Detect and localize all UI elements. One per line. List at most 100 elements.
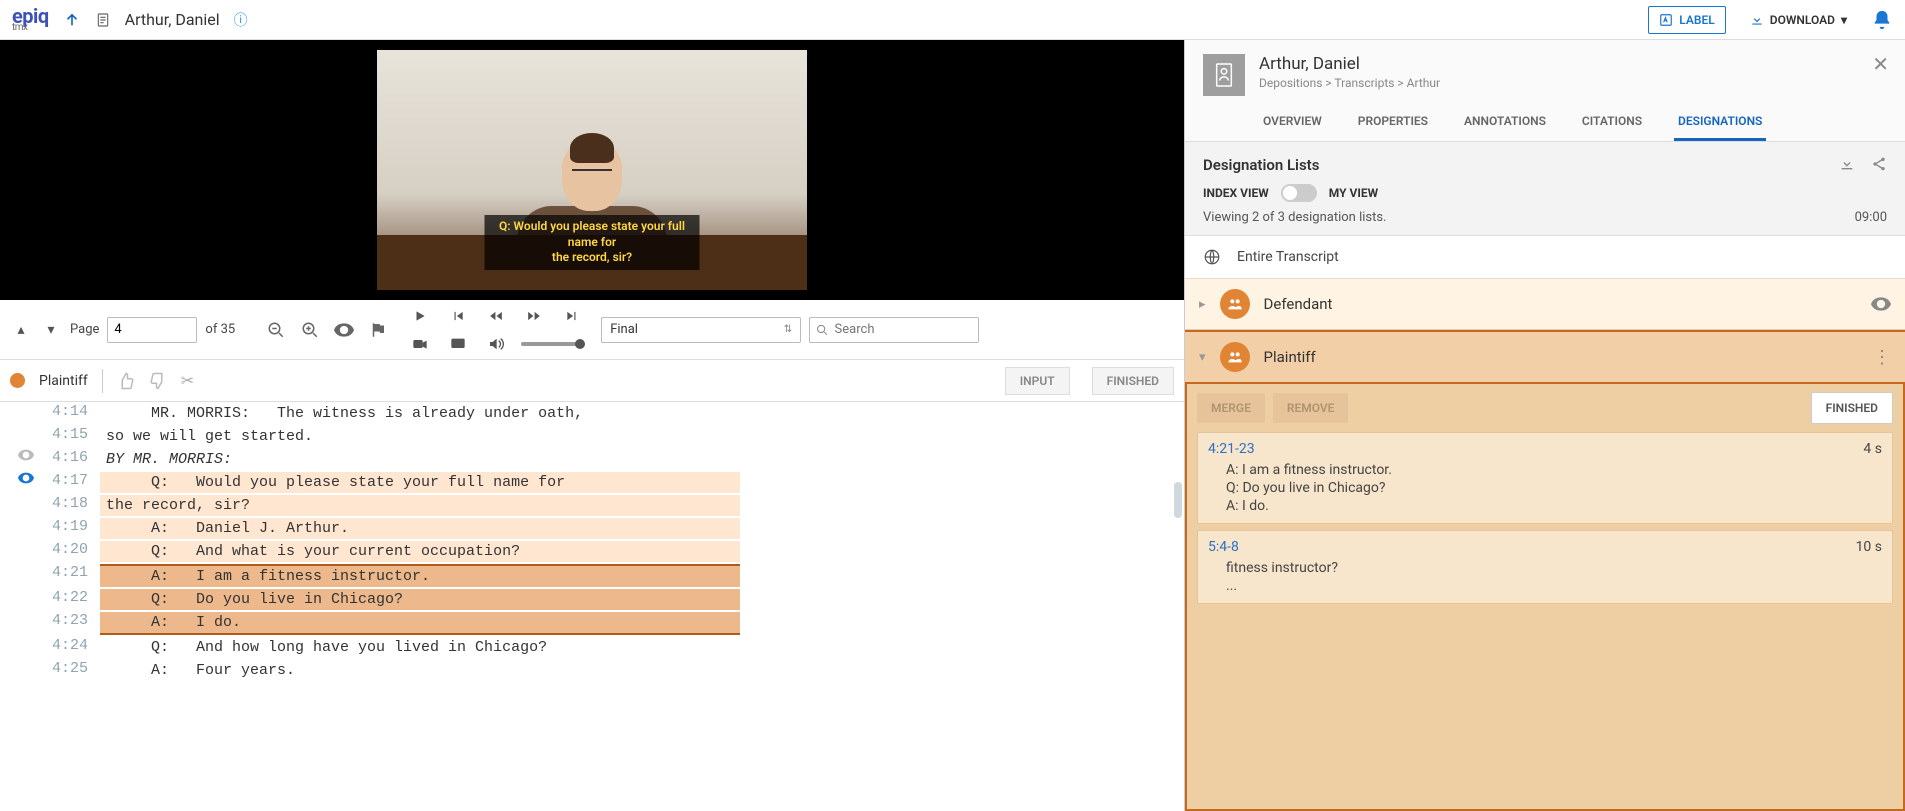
scissors-icon[interactable]: ✂ (181, 371, 194, 390)
thumbs-up-icon[interactable] (117, 372, 135, 390)
skip-start-icon[interactable] (445, 303, 471, 329)
thumbs-down-icon[interactable] (149, 372, 167, 390)
line-text: A: I do. (100, 612, 740, 635)
view-toggle[interactable] (1281, 184, 1317, 202)
scrollbar-thumb[interactable] (1174, 482, 1182, 518)
plaintiff-list-item[interactable]: ▾ Plaintiff ⋮ (1185, 330, 1905, 384)
tab-designations[interactable]: DESIGNATIONS (1674, 106, 1766, 141)
clip-reference[interactable]: 5:4-8 (1208, 539, 1239, 555)
total-duration: 09:00 (1855, 210, 1887, 225)
captions-icon[interactable] (445, 331, 471, 357)
clip-reference[interactable]: 4:21-23 (1208, 441, 1255, 457)
eye-icon[interactable] (18, 449, 34, 461)
page-label: Page (70, 322, 99, 337)
plaintiff-body: MERGE REMOVE FINISHED 4:21-23 4 s A: I am … (1185, 384, 1905, 811)
share-icon[interactable] (1871, 156, 1887, 172)
finished-button[interactable]: FINISHED (1092, 367, 1174, 395)
view-mode-select[interactable]: Final ⇅ (601, 317, 801, 343)
expand-icon[interactable]: ▸ (1199, 297, 1206, 312)
tab-citations[interactable]: CITATIONS (1578, 106, 1646, 141)
forward-icon[interactable] (521, 303, 547, 329)
clip-line: A: I do. (1208, 497, 1882, 515)
video-player[interactable]: Q: Would you please state your full name… (0, 40, 1184, 300)
zoom-in-icon[interactable] (297, 317, 323, 343)
transcript-line[interactable]: 4:20 Q: And what is your current occupat… (0, 540, 1184, 563)
transcript-line[interactable]: 4:25 A: Four years. (0, 659, 1184, 682)
info-icon[interactable]: ⓘ (234, 10, 248, 30)
input-button[interactable]: INPUT (1005, 367, 1070, 395)
volume-icon[interactable] (483, 331, 509, 357)
transcript-line[interactable]: 4:19 A: Daniel J. Arthur. (0, 517, 1184, 540)
clip-line: ... (1208, 577, 1882, 595)
remove-button[interactable]: REMOVE (1273, 393, 1349, 423)
transcript-line[interactable]: 4:17 Q: Would you please state your full… (0, 471, 1184, 494)
volume-slider[interactable] (521, 342, 581, 346)
chevron-down-icon: ▾ (1841, 13, 1847, 27)
video-caption: Q: Would you please state your full name… (485, 215, 700, 270)
page-total: of 35 (205, 322, 235, 337)
transcript-line[interactable]: 4:22 Q: Do you live in Chicago? (0, 588, 1184, 611)
merge-button[interactable]: MERGE (1197, 393, 1265, 423)
flag-icon[interactable] (365, 317, 391, 343)
breadcrumb: Depositions > Transcripts > Arthur (1259, 76, 1766, 90)
transcript-line[interactable]: 4:21 A: I am a fitness instructor. (0, 563, 1184, 588)
side-panel: Arthur, Daniel Depositions > Transcripts… (1185, 40, 1905, 811)
download-list-icon[interactable] (1839, 156, 1855, 172)
group-icon (1220, 289, 1250, 319)
download-button[interactable]: DOWNLOAD ▾ (1740, 7, 1857, 33)
zoom-out-icon[interactable] (263, 317, 289, 343)
close-icon[interactable]: ✕ (1872, 52, 1889, 76)
skip-end-icon[interactable] (559, 303, 585, 329)
collapse-icon[interactable]: ▾ (1199, 350, 1206, 365)
panel-title: Arthur, Daniel (1259, 54, 1766, 74)
line-number: 4:17 (40, 472, 100, 489)
transcript-line[interactable]: 4:14 MR. MORRIS: The witness is already … (0, 402, 1184, 425)
transcript-line[interactable]: 4:24 Q: And how long have you lived in C… (0, 636, 1184, 659)
search-input[interactable] (835, 322, 973, 337)
transcript-line[interactable]: 4:23 A: I do. (0, 611, 1184, 636)
transcript-pane[interactable]: 4:14 MR. MORRIS: The witness is already … (0, 402, 1184, 811)
line-number: 4:18 (40, 495, 100, 512)
clip-line: A: I am a fitness instructor. (1208, 461, 1882, 479)
tab-properties[interactable]: PROPERTIES (1354, 106, 1432, 141)
page-down-icon[interactable]: ▾ (40, 322, 62, 338)
top-bar: epiqtmx Arthur, Daniel ⓘ LABEL DOWNLOAD … (0, 0, 1905, 40)
search-box[interactable] (809, 317, 979, 343)
transcript-line[interactable]: 4:16BY MR. MORRIS: (0, 448, 1184, 471)
document-icon[interactable] (95, 11, 111, 29)
tab-annotations[interactable]: ANNOTATIONS (1460, 106, 1550, 141)
page-up-icon[interactable]: ▴ (10, 322, 32, 338)
camera-icon[interactable] (407, 331, 433, 357)
clip-duration: 10 s (1856, 539, 1882, 555)
tab-overview[interactable]: OVERVIEW (1259, 106, 1326, 141)
visibility-icon[interactable] (1871, 297, 1891, 311)
rewind-icon[interactable] (483, 303, 509, 329)
line-text: A: Four years. (100, 660, 740, 681)
finished-button[interactable]: FINISHED (1811, 392, 1893, 424)
designation-clip[interactable]: 4:21-23 4 s A: I am a fitness instructor.Q… (1197, 432, 1893, 524)
defendant-list-item[interactable]: ▸ Defendant (1185, 279, 1905, 330)
upload-icon[interactable] (63, 11, 81, 29)
clip-duration: 4 s (1863, 441, 1882, 457)
line-number: 4:25 (40, 660, 100, 677)
line-text: BY MR. MORRIS: (100, 449, 740, 470)
more-icon[interactable]: ⋮ (1873, 347, 1891, 368)
notifications-icon[interactable] (1871, 9, 1893, 31)
play-icon[interactable] (407, 303, 433, 329)
group-icon (1220, 342, 1250, 372)
visibility-icon[interactable] (331, 317, 357, 343)
line-number: 4:23 (40, 612, 100, 629)
label-button[interactable]: LABEL (1648, 6, 1725, 34)
line-number: 4:19 (40, 518, 100, 535)
designation-clip[interactable]: 5:4-810 sfitness instructor?... (1197, 530, 1893, 604)
transcript-line[interactable]: 4:15so we will get started. (0, 425, 1184, 448)
transcript-line[interactable]: 4:18the record, sir? (0, 494, 1184, 517)
line-text: A: I am a fitness instructor. (100, 564, 740, 587)
entire-transcript-row[interactable]: Entire Transcript (1185, 236, 1905, 279)
designation-toolbar: Plaintiff ✂ INPUT FINISHED (0, 360, 1184, 402)
eye-icon[interactable] (18, 472, 34, 484)
clip-line: Q: Do you live in Chicago? (1208, 479, 1882, 497)
page-input[interactable] (107, 317, 197, 343)
line-text: Q: Would you please state your full name… (100, 472, 740, 493)
line-text: MR. MORRIS: The witness is already under… (100, 403, 740, 424)
